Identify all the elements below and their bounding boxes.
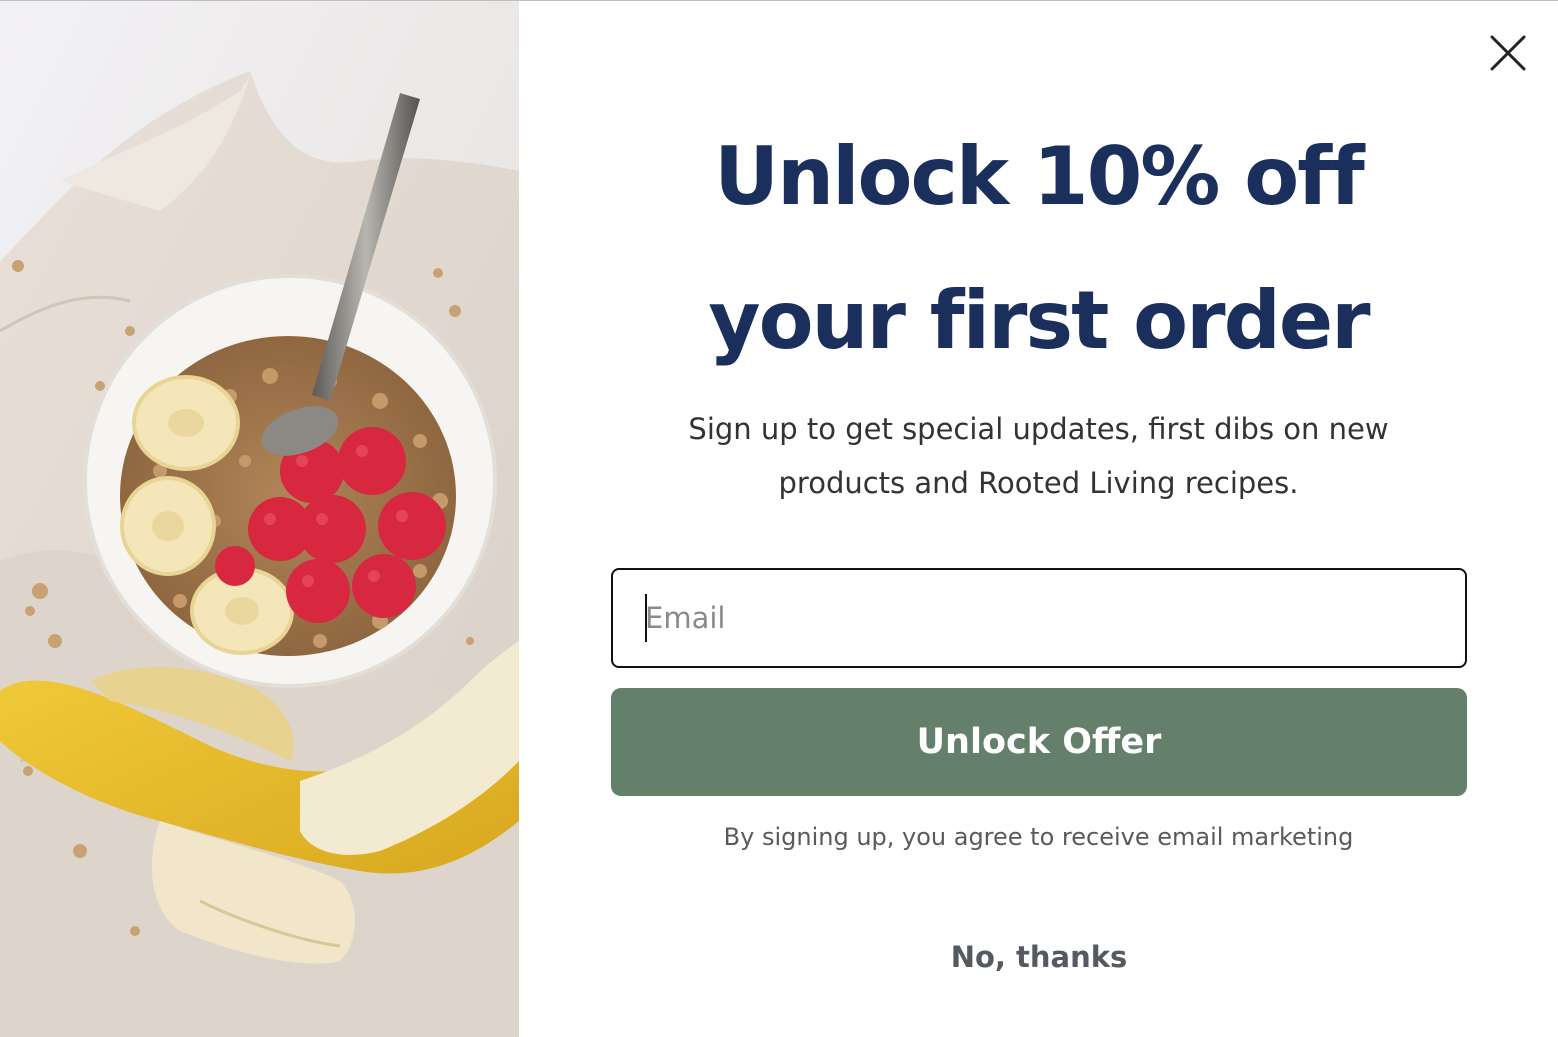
no-thanks-link[interactable]: No, thanks xyxy=(889,933,1189,981)
text-caret xyxy=(645,594,647,642)
signup-popup: Unlock 10% off your first order Sign up … xyxy=(0,0,1558,1037)
subtext: Sign up to get special updates, first di… xyxy=(519,402,1558,510)
signup-form-panel: Unlock 10% off your first order Sign up … xyxy=(519,1,1558,1037)
email-field-container xyxy=(611,568,1467,668)
hero-image xyxy=(0,1,519,1037)
unlock-offer-button[interactable]: Unlock Offer xyxy=(611,688,1467,796)
email-input[interactable] xyxy=(613,570,1465,666)
subtext-line-1: Sign up to get special updates, first di… xyxy=(688,412,1389,446)
granola-bowl-illustration xyxy=(0,1,519,1037)
headline: Unlock 10% off your first order xyxy=(519,105,1558,393)
headline-line-2: your first order xyxy=(708,274,1370,367)
subtext-line-2: products and Rooted Living recipes. xyxy=(778,466,1299,500)
disclaimer-text: By signing up, you agree to receive emai… xyxy=(723,823,1354,851)
headline-line-1: Unlock 10% off xyxy=(714,130,1365,223)
